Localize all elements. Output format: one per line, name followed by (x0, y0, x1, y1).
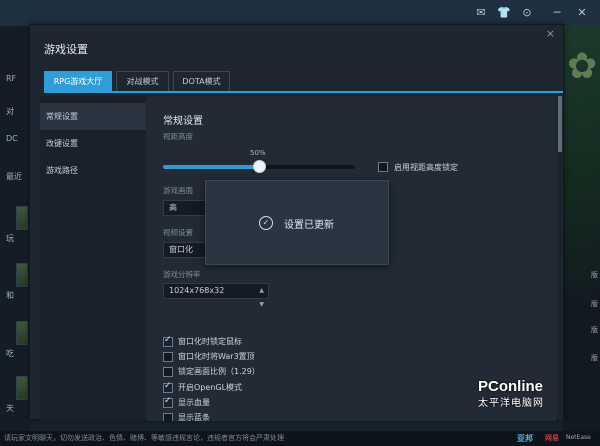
netease-logo-text: NetEase (566, 434, 591, 441)
settings-updated-toast: ✓ 设置已更新 (205, 180, 389, 265)
bottom-notice-bar: 请玩家文明聊天，切勿发送政治、色情、赌博、等敏感违规言论，违规者官方将会严肃处理… (0, 431, 600, 446)
left-text-2: 对 (6, 107, 14, 116)
game-screen-label: 游戏画面 (163, 186, 193, 195)
tab-battle-mode[interactable]: 对战模式 (116, 71, 169, 92)
option-checkbox[interactable] (163, 335, 173, 347)
thumb-label-4: 天 (6, 404, 14, 413)
close-app-icon[interactable]: ✕ (575, 6, 589, 20)
close-icon[interactable]: × (546, 27, 555, 40)
right-text-1: 版 (591, 271, 598, 279)
option-checkbox[interactable] (163, 367, 173, 377)
scrollbar-thumb[interactable] (558, 96, 562, 152)
game-thumbnail[interactable] (16, 206, 28, 230)
mail-icon[interactable]: ✉ (474, 6, 488, 20)
app-left-panel: RF 对 DC 最近 玩 和 吃 天 (0, 26, 30, 431)
right-text-3: 版 (591, 326, 598, 334)
lock-height-checkbox[interactable] (378, 162, 388, 172)
right-text-2: 版 (591, 300, 598, 308)
option-label: 显示蓝条 (178, 413, 210, 421)
option-label: 开启OpenGL模式 (178, 383, 243, 392)
video-mode-value: 窗口化 (169, 245, 193, 254)
game-thumbnail[interactable] (16, 263, 28, 287)
resolution-label: 游戏分辨率 (163, 270, 201, 279)
thumb-label-1: 玩 (6, 234, 14, 243)
slider-handle[interactable] (253, 160, 266, 173)
spinner-arrows-icon[interactable]: ▲ ▼ (259, 284, 264, 312)
option-label: 显示血量 (178, 398, 210, 407)
option-label: 窗口化时将War3置顶 (178, 352, 255, 361)
tab-rpg-lobby[interactable]: RPG游戏大厅 (44, 71, 112, 92)
watermark-sub: 太平洋电脑网 (478, 398, 544, 409)
option-checkbox[interactable] (163, 413, 173, 421)
lock-height-label: 启用视距高度锁定 (394, 163, 458, 172)
option-label: 锁定画面比例（1.29） (178, 367, 260, 376)
content-scrollbar[interactable] (558, 96, 562, 421)
bottom-notice-text: 请玩家文明聊天，切勿发送政治、色情、赌博、等敏感违规言论，违规者官方将会严肃处理 (4, 434, 284, 442)
option-checkbox[interactable] (163, 396, 173, 408)
pconline-watermark: PConline 太平洋电脑网 (478, 378, 544, 409)
view-height-label: 视距高度 (163, 132, 193, 141)
netease-logo: 网易 (545, 434, 559, 442)
settings-sidebar: 常规设置 改键设置 游戏路径 (40, 96, 146, 421)
thumb-label-3: 吃 (6, 349, 14, 358)
pin-icon[interactable]: ⊙ (520, 6, 534, 20)
toast-message: 设置已更新 (284, 220, 334, 231)
watermark-main: PConline (478, 378, 544, 395)
tab-underline (44, 91, 563, 93)
thumb-label-2: 和 (6, 291, 14, 300)
slider-fill (163, 165, 259, 169)
slider-value: 50% (250, 149, 266, 157)
decorative-leaf-icon: ✿ (567, 46, 598, 87)
sidebar-item-keybinds[interactable]: 改键设置 (40, 130, 146, 157)
minimize-icon[interactable]: ─ (550, 6, 564, 20)
resolution-value: 1024x768x32 (169, 286, 225, 295)
game-screen-value: 高 (169, 203, 177, 212)
option-label: 窗口化时锁定鼠标 (178, 337, 242, 346)
game-thumbnail[interactable] (16, 321, 28, 345)
option-checkbox[interactable] (163, 381, 173, 393)
resolution-select[interactable]: 1024x768x32 ▲ ▼ (163, 283, 269, 308)
right-text-4: 版 (591, 354, 598, 362)
tab-dota-mode[interactable]: DOTA模式 (173, 71, 230, 92)
game-thumbnail[interactable] (16, 376, 28, 400)
left-text-4: 最近 (6, 172, 22, 181)
left-text-1: RF (6, 74, 17, 83)
shirt-icon[interactable]: 👕 (497, 6, 511, 20)
dialog-title: 游戏设置 (44, 43, 88, 56)
option-checkbox[interactable] (163, 352, 173, 362)
check-circle-icon: ✓ (259, 216, 273, 230)
left-text-3: DC (6, 134, 18, 143)
video-settings-label: 视频设置 (163, 228, 193, 237)
section-title: 常规设置 (163, 116, 203, 127)
sidebar-item-game-path[interactable]: 游戏路径 (40, 157, 146, 184)
partner-logo: 亚邦 (517, 434, 533, 443)
app-top-bar: ✉ 👕 ⊙ ─ ✕ (0, 0, 600, 26)
sidebar-item-general[interactable]: 常规设置 (40, 103, 146, 130)
app-right-banner: ✿ 版 版 版 版 (563, 26, 600, 431)
